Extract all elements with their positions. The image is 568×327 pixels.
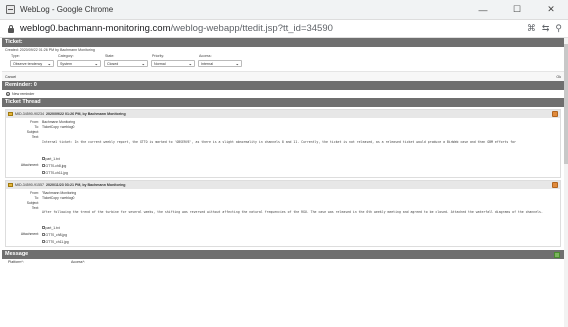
- ticket-actions: Cancel Ok: [2, 71, 564, 81]
- window-title: WebLog - Google Chrome: [20, 5, 114, 14]
- envelope-icon: [8, 112, 13, 116]
- chevron-down-icon: ⌄: [188, 61, 192, 66]
- access-value: Internal: [201, 61, 213, 66]
- ticket-created: Created: 2020/09/22 01:26 PM by Bachmann…: [5, 48, 95, 52]
- attachment-name: GTT0_ch11.jpg: [45, 239, 69, 244]
- paperclip-icon: [42, 233, 45, 236]
- attachment-link[interactable]: GTT0-ch8.jpg: [42, 163, 558, 168]
- message-field-labels: Platform*: Access*:: [2, 259, 564, 264]
- ticket-fields: Observe tendency ⌄ System ⌄ Closed ⌄ Normal…: [2, 59, 564, 68]
- thread-entry-body: From: "Bachmann Monitoring To: TicketCopy …: [6, 189, 560, 246]
- attachment-label: Attachment:: [20, 163, 39, 167]
- minimize-button[interactable]: —: [466, 0, 500, 20]
- message-access-label: Access*:: [71, 259, 85, 264]
- category-select[interactable]: System ⌄: [57, 60, 101, 67]
- thread-entry-body: From: Bachmann Monitoring To: TicketCopy <…: [6, 118, 560, 177]
- url-host: weblog0.bachmann-monitoring.com: [20, 23, 171, 34]
- type-label: Type:: [11, 54, 20, 58]
- chevron-down-icon: ⌄: [94, 61, 98, 66]
- weblog-favicon-icon: [6, 5, 15, 14]
- text-value: After following the trend of the turbine…: [42, 210, 543, 214]
- text-label: Text:: [31, 135, 39, 139]
- new-reminder-label: New reminder: [12, 92, 35, 96]
- thread-section-header: Ticket Thread: [2, 98, 564, 107]
- type-value: Observe tendency: [13, 61, 43, 66]
- lock-icon[interactable]: [8, 24, 14, 33]
- ok-button[interactable]: Ok: [556, 75, 561, 79]
- ticket-section-header: Ticket:: [2, 38, 564, 47]
- attachment-name: GTT0-ch11.jpg: [45, 170, 68, 175]
- paperclip-icon: [42, 171, 45, 174]
- message-header-label: Message: [5, 251, 29, 257]
- url-path: /weblog-webapp/ttedit.jsp?tt_id=34590: [170, 23, 333, 34]
- entry-title: 2020/09/22 01:26 PM, by Bachmann Monitor…: [45, 112, 126, 116]
- url-icons: ⌘ ⇆ ⚲: [527, 23, 562, 34]
- paperclip-icon: [42, 240, 45, 243]
- state-label: State:: [105, 54, 115, 58]
- new-reminder-link[interactable]: + New reminder: [2, 90, 564, 98]
- paperclip-icon: [42, 157, 45, 160]
- attachment-name: part_1.txt: [45, 225, 60, 230]
- print-icon[interactable]: [552, 182, 558, 188]
- type-select[interactable]: Observe tendency ⌄: [10, 60, 54, 67]
- maximize-button[interactable]: ☐: [500, 0, 534, 20]
- attachment-link[interactable]: part_1.txt: [42, 225, 558, 230]
- priority-label: Priority:: [152, 54, 165, 58]
- scrollbar-thumb[interactable]: [564, 44, 568, 164]
- reminder-section-header: Reminder: 0: [2, 81, 564, 90]
- access-select[interactable]: Internal ⌄: [198, 60, 242, 67]
- thread-entry-header: MID-34590-90234 2020/09/22 01:26 PM, by …: [6, 110, 560, 118]
- chevron-down-icon: ⌄: [47, 61, 51, 66]
- page-content: Ticket: Created: 2020/09/22 01:26 PM by …: [2, 38, 564, 327]
- attachment-name: GTT0-ch8.jpg: [45, 163, 67, 168]
- page-scrollbar[interactable]: [564, 38, 568, 327]
- attachment-link[interactable]: part_1.txt: [42, 156, 558, 161]
- zoom-icon[interactable]: ⚲: [555, 23, 562, 34]
- text-value: Internal ticket: In the current weekly r…: [42, 140, 517, 144]
- paperclip-icon: [42, 226, 45, 229]
- priority-select[interactable]: Normal ⌄: [151, 60, 195, 67]
- access-label: Access:: [199, 54, 212, 58]
- key-icon[interactable]: ⌘: [527, 23, 536, 34]
- thread-entry-header: MID-34590-91557 2020/11/23 03:21 PM, by …: [6, 181, 560, 189]
- text-label: Text:: [31, 206, 39, 210]
- attachment-name: GTT0_ch8.jpg: [45, 232, 68, 237]
- category-value: System: [60, 61, 72, 66]
- attachment-link[interactable]: GTT0_ch11.jpg: [42, 239, 558, 244]
- address-bar[interactable]: weblog0.bachmann-monitoring.com/weblog-w…: [0, 20, 568, 38]
- print-icon[interactable]: [552, 111, 558, 117]
- paperclip-icon: [42, 164, 45, 167]
- url-text[interactable]: weblog0.bachmann-monitoring.com/weblog-w…: [20, 23, 527, 34]
- attachment-name: part_1.txt: [45, 156, 60, 161]
- ticket-section: Created: 2020/09/22 01:26 PM by Bachmann…: [2, 47, 564, 81]
- platform-label: Platform*:: [8, 259, 24, 264]
- entry-id: MID-34590-90234: [15, 112, 44, 116]
- chevron-down-icon: ⌄: [141, 61, 145, 66]
- thread-entry: MID-34590-91557 2020/11/23 03:21 PM, by …: [5, 180, 561, 247]
- category-label: Category:: [58, 54, 74, 58]
- priority-value: Normal: [154, 61, 166, 66]
- save-icon[interactable]: [554, 251, 560, 258]
- entry-id: MID-34590-91557: [15, 183, 44, 187]
- close-button[interactable]: ✕: [534, 0, 568, 20]
- window-titlebar: WebLog - Google Chrome — ☐ ✕: [0, 0, 568, 20]
- attachment-label: Attachment:: [20, 232, 39, 236]
- window-controls: — ☐ ✕: [466, 0, 568, 20]
- chevron-down-icon: ⌄: [235, 61, 239, 66]
- message-section-header: Message: [2, 250, 564, 259]
- thread-entry: MID-34590-90234 2020/09/22 01:26 PM, by …: [5, 109, 561, 178]
- envelope-icon: [8, 183, 13, 187]
- cancel-button[interactable]: Cancel: [5, 75, 16, 79]
- state-value: Closed: [107, 61, 119, 66]
- attachment-link[interactable]: GTT0_ch8.jpg: [42, 232, 558, 237]
- state-select[interactable]: Closed ⌄: [104, 60, 148, 67]
- plus-icon: +: [6, 92, 10, 96]
- attachment-link[interactable]: GTT0-ch11.jpg: [42, 170, 558, 175]
- entry-title: 2020/11/23 03:21 PM, by Bachmann Monitor…: [45, 183, 126, 187]
- translate-icon[interactable]: ⇆: [542, 23, 550, 34]
